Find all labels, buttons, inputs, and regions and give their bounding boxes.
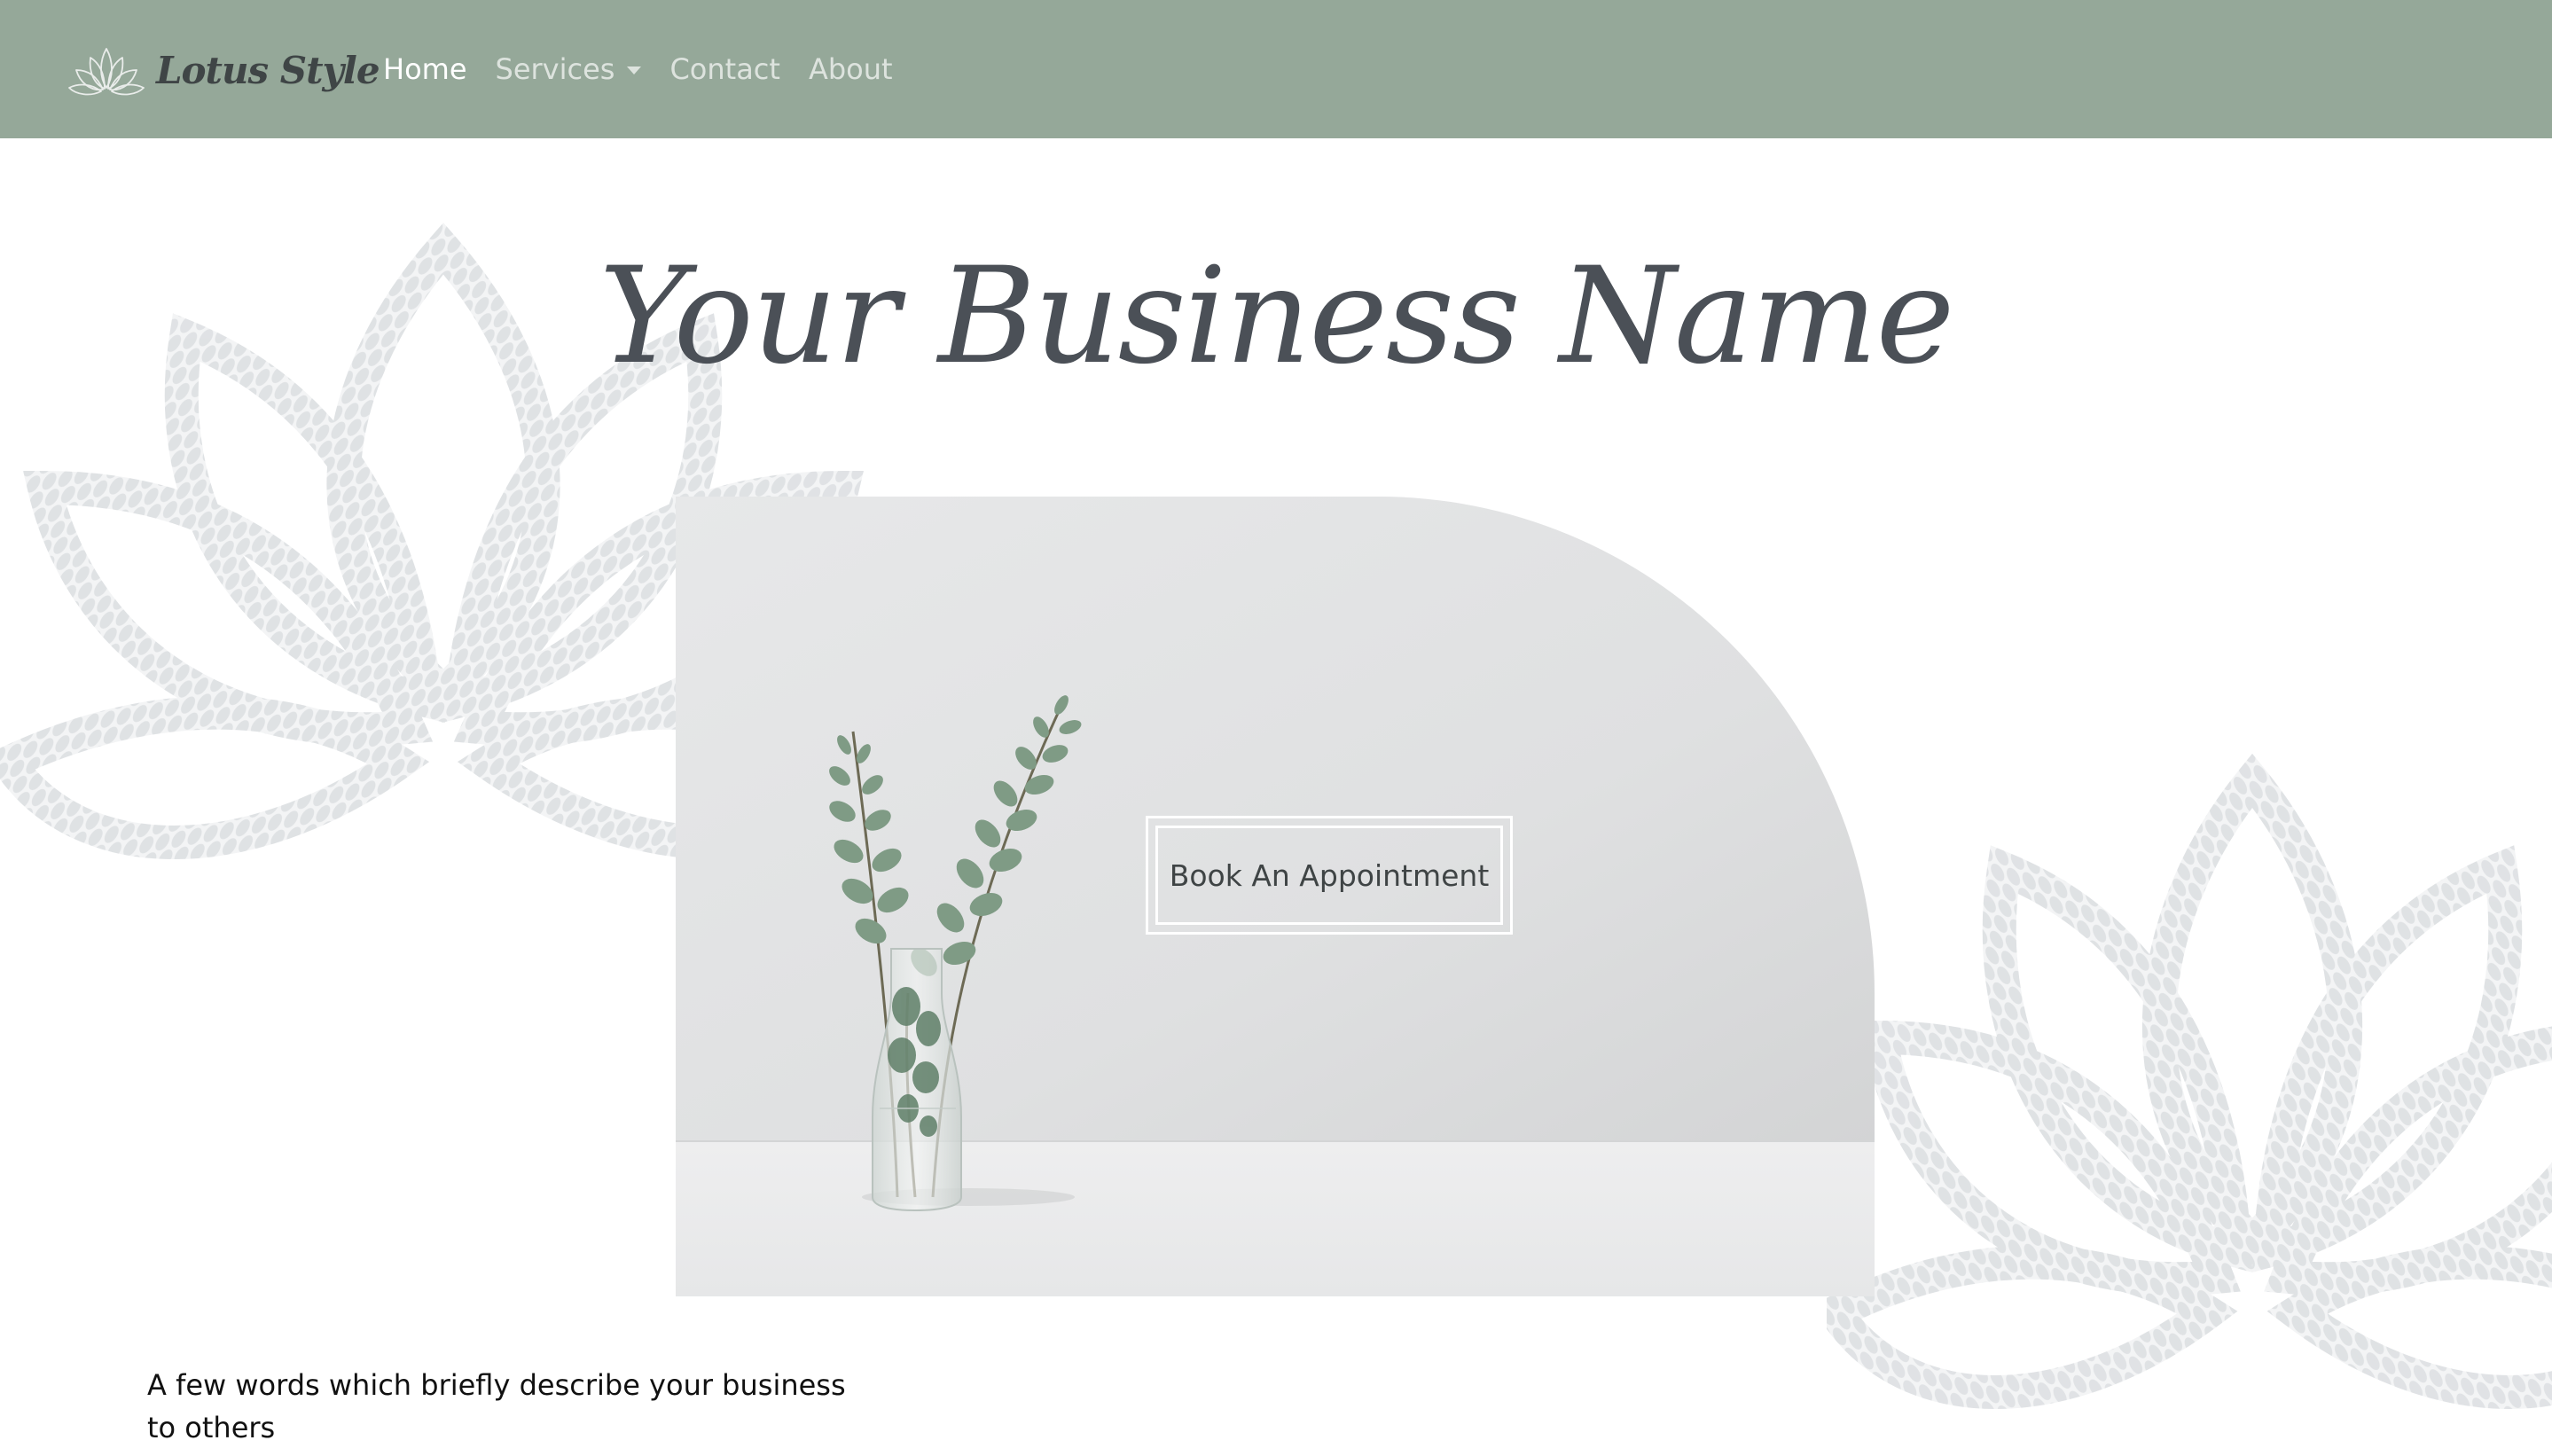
lotus-icon (68, 48, 145, 96)
brand-link[interactable]: Lotus Style (66, 39, 380, 101)
book-appointment-button[interactable]: Book An Appointment (1146, 816, 1513, 935)
nav-item-services-label: Services (495, 52, 615, 86)
book-appointment-button-inner: Book An Appointment (1155, 826, 1503, 925)
nav-menu: Home Services Contact About (369, 44, 907, 94)
brand-name: Lotus Style (156, 48, 380, 92)
navbar: Lotus Style Home Services Contact About (0, 0, 2552, 138)
nav-item-contact[interactable]: Contact (655, 52, 795, 86)
book-appointment-label: Book An Appointment (1169, 857, 1490, 893)
nav-item-home[interactable]: Home (369, 52, 481, 86)
lotus-background-right-icon (1827, 753, 2552, 1409)
business-tagline: A few words which briefly describe your … (147, 1368, 846, 1444)
caret-down-icon (627, 66, 642, 74)
nav-item-services[interactable]: Services (481, 52, 656, 86)
page: Lotus Style Home Services Contact About … (0, 0, 2552, 1456)
nav-item-about[interactable]: About (795, 52, 907, 86)
hero-title: Your Business Name (599, 239, 1955, 394)
